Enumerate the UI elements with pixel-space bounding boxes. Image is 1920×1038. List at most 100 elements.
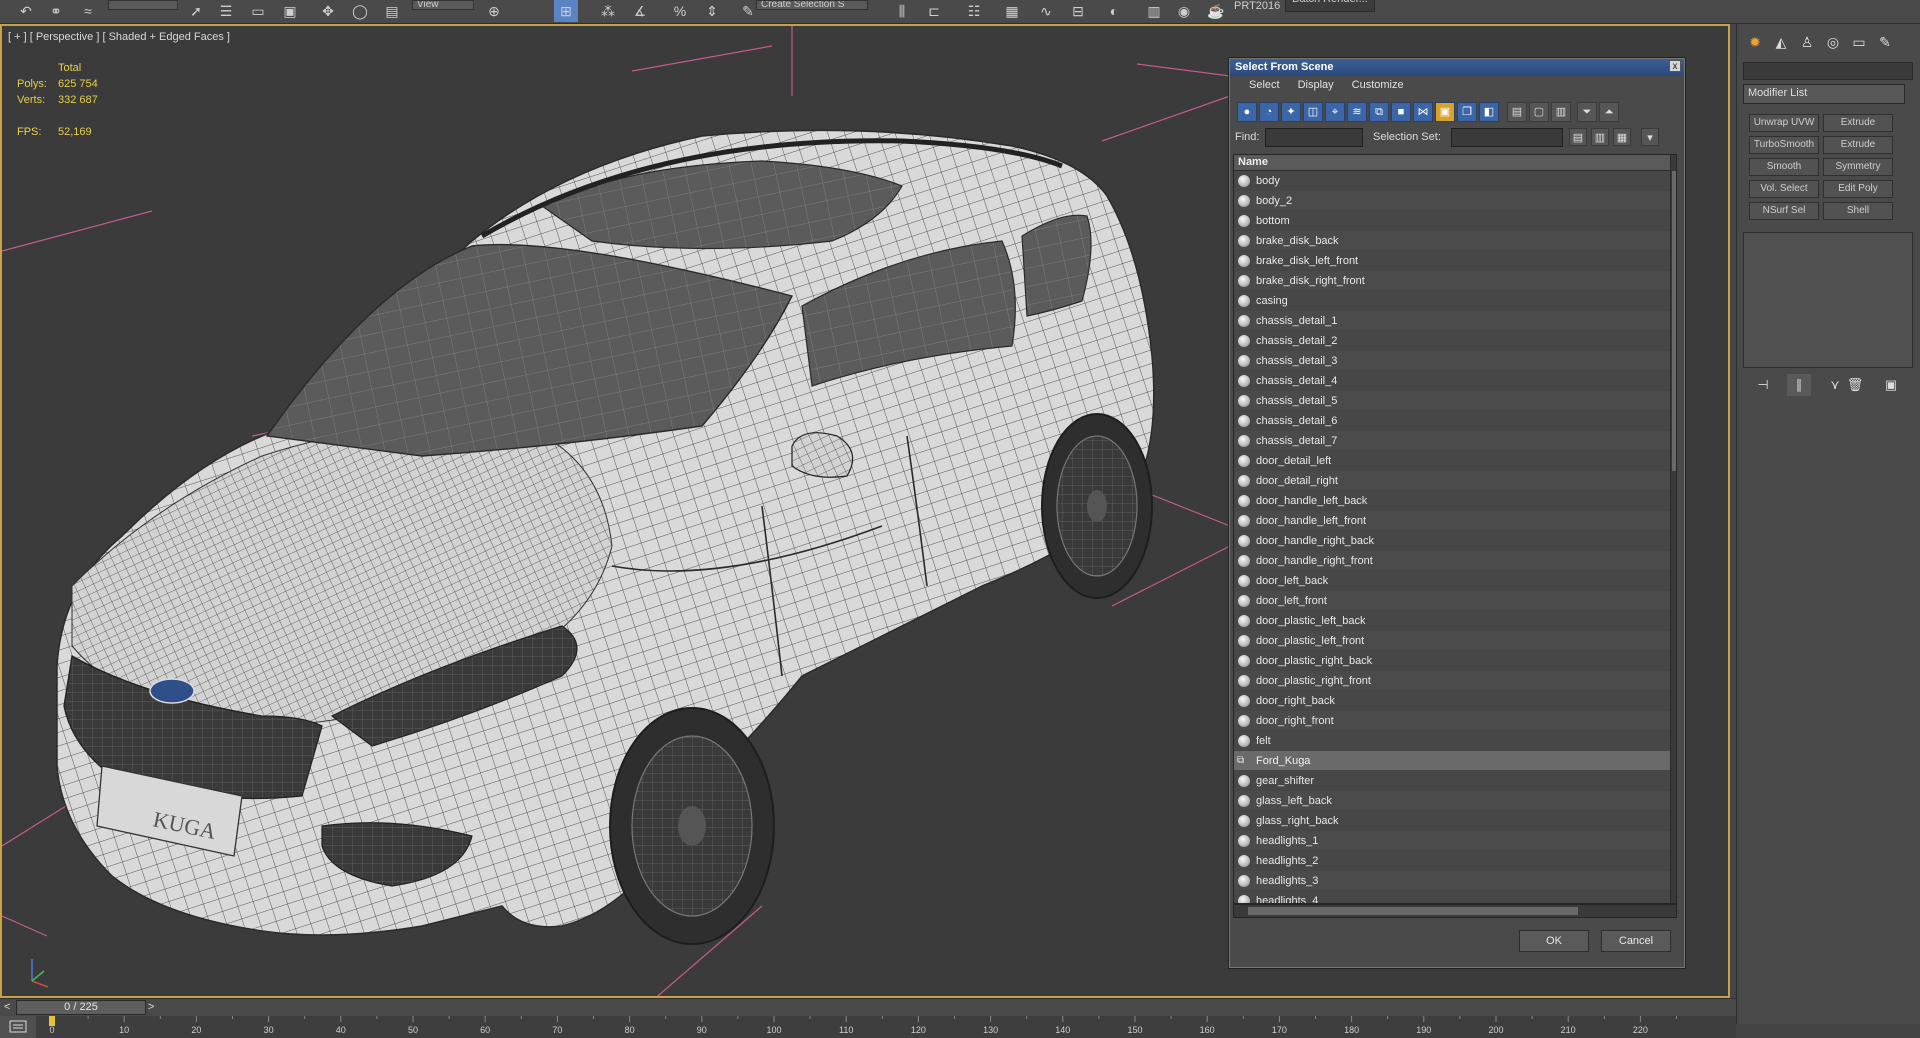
modifier-button[interactable]: Unwrap UVW xyxy=(1749,114,1819,132)
display-bones-icon[interactable]: ⋈ xyxy=(1413,102,1433,122)
menu-customize[interactable]: Customize xyxy=(1343,77,1413,95)
layer-explorer-icon[interactable]: ☷ xyxy=(962,0,986,22)
list-item[interactable]: door_handle_left_front xyxy=(1234,511,1670,531)
modifier-button[interactable]: Vol. Select xyxy=(1749,180,1819,198)
percent-snap-icon[interactable]: % xyxy=(668,0,692,22)
angle-snap-icon[interactable]: ∡ xyxy=(628,0,652,22)
display-lights-icon[interactable]: ✦ xyxy=(1281,102,1301,122)
track-bar-menu-icon[interactable] xyxy=(0,1016,36,1038)
list-item[interactable]: chassis_detail_5 xyxy=(1234,391,1670,411)
select-object-icon[interactable]: ➚ xyxy=(184,0,208,22)
current-frame-marker[interactable] xyxy=(49,1016,55,1026)
modifier-button[interactable]: Shell xyxy=(1823,202,1893,220)
advanced-filter-icon[interactable]: ⏶ xyxy=(1599,102,1619,122)
schematic-view-icon[interactable]: ⊟ xyxy=(1066,0,1090,22)
list-item[interactable]: chassis_detail_7 xyxy=(1234,431,1670,451)
list-item[interactable]: door_right_front xyxy=(1234,711,1670,731)
list-item[interactable]: glass_left_back xyxy=(1234,791,1670,811)
display-containers-icon[interactable]: ▣ xyxy=(1435,102,1455,122)
menu-select[interactable]: Select xyxy=(1240,77,1289,95)
modifier-button[interactable]: Extrude xyxy=(1823,136,1893,154)
list-item[interactable]: headlights_3 xyxy=(1234,871,1670,891)
list-horizontal-scrollbar[interactable] xyxy=(1233,904,1677,918)
list-item[interactable]: headlights_2 xyxy=(1234,851,1670,871)
render-menu-label[interactable]: PRT2016 xyxy=(1234,0,1280,12)
list-item[interactable]: door_plastic_right_back xyxy=(1234,651,1670,671)
scene-object-list[interactable]: Name body body_2 bottom brake_disk_back brak… xyxy=(1233,154,1677,904)
batch-render-button[interactable]: Batch Render... xyxy=(1285,0,1375,12)
vertical-scroll-thumb[interactable] xyxy=(1672,171,1676,471)
list-item[interactable]: door_right_back xyxy=(1234,691,1670,711)
motion-tab-icon[interactable]: ◎ xyxy=(1821,30,1845,54)
object-name-field[interactable] xyxy=(1743,62,1913,80)
list-item[interactable]: door_handle_right_back xyxy=(1234,531,1670,551)
configure-sets-icon[interactable]: ▣ xyxy=(1879,374,1903,396)
selection-set-remove-icon[interactable]: ▥ xyxy=(1591,128,1609,146)
menu-display[interactable]: Display xyxy=(1289,77,1343,95)
column-header-name[interactable]: Name xyxy=(1234,155,1670,171)
list-item[interactable]: brake_disk_left_front xyxy=(1234,251,1670,271)
time-next-button[interactable]: > xyxy=(148,1001,154,1013)
find-input[interactable] xyxy=(1265,128,1363,147)
pin-stack-icon[interactable]: ⊣ xyxy=(1751,374,1775,396)
list-vertical-scrollbar[interactable] xyxy=(1670,155,1676,903)
selection-set-edit-icon[interactable]: ▦ xyxy=(1613,128,1631,146)
display-frozen-icon[interactable]: ❐ xyxy=(1457,102,1477,122)
select-invert-icon[interactable]: ▥ xyxy=(1551,102,1571,122)
modifier-button[interactable]: Edit Poly xyxy=(1823,180,1893,198)
list-item[interactable]: door_plastic_left_back xyxy=(1234,611,1670,631)
remove-modifier-icon[interactable]: 🗑 xyxy=(1843,374,1867,396)
list-item[interactable]: casing xyxy=(1234,291,1670,311)
move-icon[interactable]: ✥ xyxy=(316,0,340,22)
display-spacewarps-icon[interactable]: ≋ xyxy=(1347,102,1367,122)
display-geometry-icon[interactable]: ● xyxy=(1237,102,1257,122)
select-manipulate-icon[interactable]: ⊞ xyxy=(554,0,578,22)
display-helpers-icon[interactable]: ⌖ xyxy=(1325,102,1345,122)
list-item[interactable]: chassis_detail_6 xyxy=(1234,411,1670,431)
rotate-icon[interactable]: ◯ xyxy=(348,0,372,22)
selection-filter-combo[interactable] xyxy=(108,0,178,10)
render-production-icon[interactable]: ☕ xyxy=(1204,0,1228,22)
list-item[interactable]: brake_disk_right_front xyxy=(1234,271,1670,291)
toggle-ribbon-icon[interactable]: ▦ xyxy=(1000,0,1024,22)
spinner-snap-icon[interactable]: ⇕ xyxy=(700,0,724,22)
display-cameras-icon[interactable]: ◫ xyxy=(1303,102,1323,122)
modifier-button[interactable]: NSurf Sel xyxy=(1749,202,1819,220)
list-item[interactable]: door_plastic_right_front xyxy=(1234,671,1670,691)
selection-set-dropdown[interactable] xyxy=(1451,128,1563,147)
select-none-icon[interactable]: ▢ xyxy=(1529,102,1549,122)
create-tab-icon[interactable]: ✹ xyxy=(1743,30,1767,54)
list-item[interactable]: body xyxy=(1234,171,1670,191)
rendered-frame-icon[interactable]: ◉ xyxy=(1172,0,1196,22)
reference-coord-combo[interactable]: View xyxy=(412,0,474,10)
list-item[interactable]: door_handle_left_back xyxy=(1234,491,1670,511)
list-item[interactable]: headlights_4 xyxy=(1234,891,1670,903)
modifier-button[interactable]: TurboSmooth xyxy=(1749,136,1819,154)
list-item[interactable]: door_left_front xyxy=(1234,591,1670,611)
link-icon[interactable]: ⚭ xyxy=(44,0,68,22)
time-slider[interactable]: < 0 / 225 > xyxy=(0,998,1736,1016)
utilities-tab-icon[interactable]: ✎ xyxy=(1873,30,1897,54)
snap-toggle-icon[interactable]: ⁂ xyxy=(596,0,620,22)
display-tab-icon[interactable]: ▭ xyxy=(1847,30,1871,54)
modifier-button[interactable]: Symmetry xyxy=(1823,158,1893,176)
list-item[interactable]: door_plastic_left_front xyxy=(1234,631,1670,651)
show-end-result-icon[interactable]: ∥ xyxy=(1787,374,1811,396)
scale-icon[interactable]: ▤ xyxy=(380,0,404,22)
render-setup-icon[interactable]: ▥ xyxy=(1142,0,1166,22)
horizontal-scroll-thumb[interactable] xyxy=(1248,907,1578,915)
rect-selection-icon[interactable]: ▭ xyxy=(246,0,270,22)
list-item[interactable]: ⧉ Ford_Kuga xyxy=(1234,751,1670,771)
dialog-options-chevron-icon[interactable]: ▾ xyxy=(1641,128,1659,146)
list-item[interactable]: chassis_detail_1 xyxy=(1234,311,1670,331)
select-by-name-icon[interactable]: ☰ xyxy=(214,0,238,22)
named-selection-set-combo[interactable]: Create Selection S xyxy=(756,0,868,10)
list-item[interactable]: bottom xyxy=(1234,211,1670,231)
list-item[interactable]: door_detail_left xyxy=(1234,451,1670,471)
modifier-button[interactable]: Extrude xyxy=(1823,114,1893,132)
select-all-icon[interactable]: ▤ xyxy=(1507,102,1527,122)
filter-icon[interactable]: ⏷ xyxy=(1577,102,1597,122)
align-icon[interactable]: ⊏ xyxy=(922,0,946,22)
list-item[interactable]: glass_right_back xyxy=(1234,811,1670,831)
list-item[interactable]: felt xyxy=(1234,731,1670,751)
